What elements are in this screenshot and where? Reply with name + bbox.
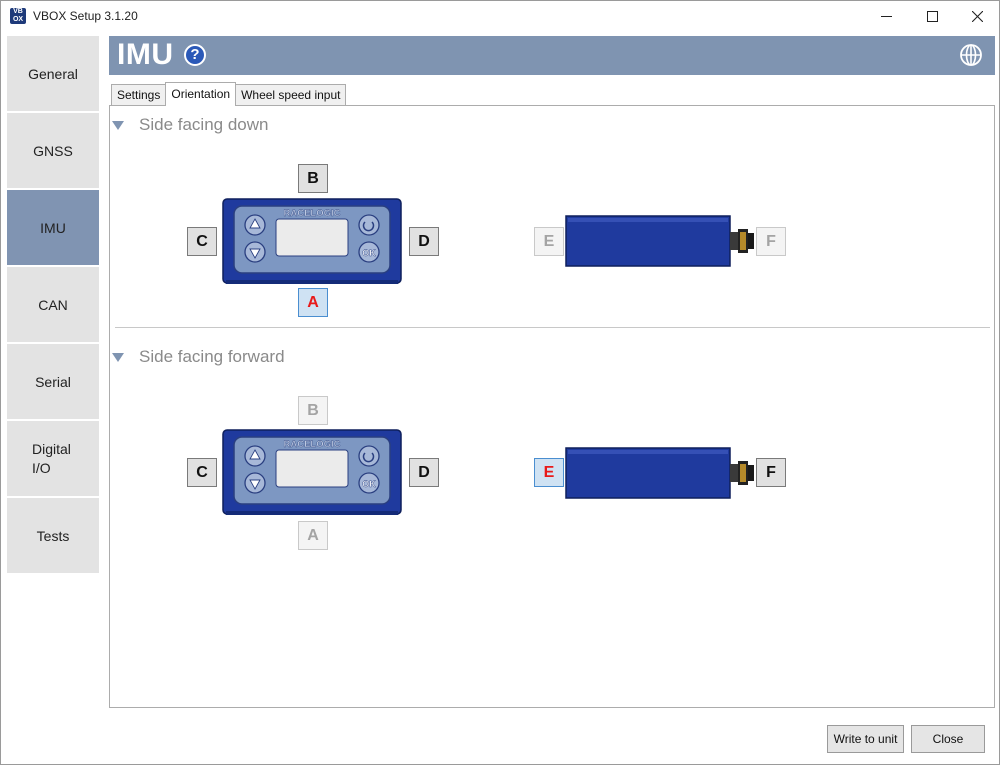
ok-label: OK xyxy=(362,479,376,489)
orientation-option-c[interactable]: C xyxy=(187,227,217,256)
sidebar-item-general[interactable]: General xyxy=(7,36,99,111)
sidebar-item-tests[interactable]: Tests xyxy=(7,498,99,573)
close-window-button[interactable] xyxy=(954,1,1000,31)
tab-strip: Settings Orientation Wheel speed input xyxy=(111,82,347,106)
orientation-option-b[interactable]: B xyxy=(298,396,328,425)
section-title: Side facing forward xyxy=(139,347,285,366)
globe-icon[interactable] xyxy=(959,43,983,67)
help-icon[interactable]: ? xyxy=(184,44,206,66)
orientation-option-d[interactable]: D xyxy=(409,227,439,256)
tab-orientation[interactable]: Orientation xyxy=(165,82,237,106)
sidebar-item-serial[interactable]: Serial xyxy=(7,344,99,419)
title-bar: VB OX VBOX Setup 3.1.20 xyxy=(1,1,999,31)
collapse-triangle-icon xyxy=(112,120,124,130)
sidebar-item-label: CAN xyxy=(38,296,68,313)
device-brand-text: RACELOGIC xyxy=(284,439,341,450)
sidebar-item-imu[interactable]: IMU xyxy=(7,190,99,265)
minimize-icon xyxy=(880,15,892,17)
window-title: VBOX Setup 3.1.20 xyxy=(33,9,138,23)
maximize-button[interactable] xyxy=(909,1,955,31)
orientation-option-b[interactable]: B xyxy=(298,164,328,193)
imu-device-side-image xyxy=(565,215,754,267)
section-toggle-side-down[interactable]: Side facing down xyxy=(112,115,268,135)
collapse-triangle-icon xyxy=(112,352,124,362)
orientation-option-a[interactable]: A xyxy=(298,521,328,550)
sidebar-item-can[interactable]: CAN xyxy=(7,267,99,342)
orientation-option-c[interactable]: C xyxy=(187,458,217,487)
orientation-option-a[interactable]: A xyxy=(298,288,328,317)
sidebar-item-label: IMU xyxy=(40,219,66,236)
sidebar-item-label: General xyxy=(28,65,78,82)
imu-device-front-image: RACELOGIC OK xyxy=(222,198,402,284)
device-brand-text: RACELOGIC xyxy=(284,208,341,219)
section-toggle-side-forward[interactable]: Side facing forward xyxy=(112,347,285,367)
sidebar-item-gnss[interactable]: GNSS xyxy=(7,113,99,188)
orientation-option-e[interactable]: E xyxy=(534,458,564,487)
orientation-option-d[interactable]: D xyxy=(409,458,439,487)
orientation-option-e[interactable]: E xyxy=(534,227,564,256)
section-title: Side facing down xyxy=(139,115,269,134)
write-to-unit-button[interactable]: Write to unit xyxy=(827,725,904,753)
maximize-icon xyxy=(926,10,938,22)
ok-label: OK xyxy=(362,248,376,258)
close-button[interactable]: Close xyxy=(911,725,985,753)
page-header: IMU ? xyxy=(109,36,995,75)
tab-settings[interactable]: Settings xyxy=(111,84,167,106)
minimize-button[interactable] xyxy=(863,1,909,31)
sidebar-item-digital-io[interactable]: Digital I/O xyxy=(7,421,99,496)
orientation-panel xyxy=(109,105,995,708)
app-window: VB OX VBOX Setup 3.1.20 General GNSS IMU … xyxy=(0,0,1000,765)
page-title: IMU xyxy=(117,38,174,71)
sidebar-item-label: Tests xyxy=(36,527,70,544)
close-icon xyxy=(971,10,983,22)
app-logo-icon: VB OX xyxy=(10,8,26,24)
imu-device-front-image: RACELOGIC OK xyxy=(222,429,402,515)
section-divider xyxy=(115,327,990,328)
sidebar-item-label: GNSS xyxy=(33,142,73,159)
imu-device-side-image xyxy=(565,447,754,499)
sidebar-item-label: Serial xyxy=(35,373,71,390)
sidebar-item-label: Digital I/O xyxy=(32,440,71,476)
sidebar-nav: General GNSS IMU CAN Serial Digital I/O … xyxy=(7,36,99,575)
tab-wheel-speed-input[interactable]: Wheel speed input xyxy=(235,84,347,106)
